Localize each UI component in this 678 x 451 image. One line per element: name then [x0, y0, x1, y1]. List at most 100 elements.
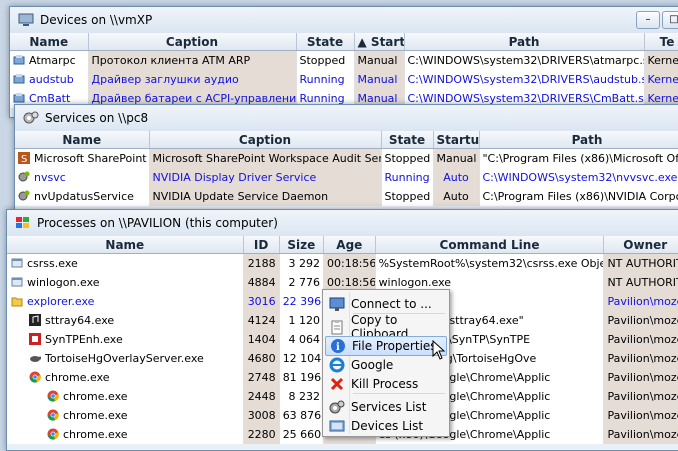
col-startup[interactable]: ▲ Startu: [354, 33, 405, 51]
table-row[interactable]: S Microsoft SharePoint W Microsoft SharePo…: [15, 148, 678, 168]
menu-item-kill-process[interactable]: Kill Process: [325, 374, 445, 394]
col-size[interactable]: Size: [279, 236, 325, 254]
devices-window-title: Devices on \\vmXP: [40, 13, 153, 27]
col-owner[interactable]: Owner: [603, 236, 678, 254]
col-name[interactable]: Name: [15, 131, 150, 149]
services-header: Name Caption State Startup Path: [15, 131, 678, 149]
process-id: 2188: [243, 253, 280, 273]
device-state: Running: [296, 70, 355, 89]
devices-icon: [329, 418, 345, 434]
process-id: 4680: [243, 349, 280, 368]
col-age[interactable]: Age: [323, 236, 376, 254]
col-startup[interactable]: Startup: [433, 131, 480, 149]
process-name-text: winlogon.exe: [27, 276, 100, 289]
services-titlebar[interactable]: Services on \\pc8: [15, 105, 678, 131]
devices-header: Name Caption State ▲ Startu Path Te: [10, 33, 678, 51]
audio-icon: [29, 314, 41, 326]
col-state[interactable]: State: [296, 33, 355, 51]
service-state: Running: [381, 168, 434, 187]
process-name-text: sttray64.exe: [45, 314, 115, 327]
processes-header: Name ID Size Age Command Line Owner: [7, 236, 678, 254]
service-startup: Auto: [433, 187, 480, 206]
table-row[interactable]: Atmarpc Протокол клиента ATM ARP Stopped Ma…: [10, 50, 678, 70]
col-caption[interactable]: Caption: [88, 33, 297, 51]
table-row[interactable]: nvUpdatusService NVIDIA Update Service Da…: [15, 187, 678, 206]
process-owner: Pavilion\mozers: [603, 330, 678, 349]
col-caption[interactable]: Caption: [149, 131, 382, 149]
menu-item-label: File Properties: [352, 339, 437, 353]
process-size: 12 104: [279, 349, 325, 368]
menu-item-services-list[interactable]: Services List: [325, 397, 445, 417]
table-row[interactable]: nvsvc NVIDIA Display Driver Service Runnin…: [15, 168, 678, 187]
process-command-line: %SystemRoot%\system32\csrss.exe ObjectDi…: [375, 253, 605, 273]
service-startup: Manual: [433, 148, 480, 168]
service-caption: NVIDIA Display Driver Service: [149, 168, 382, 187]
driver-icon: [13, 92, 25, 104]
info-icon: i: [330, 338, 346, 354]
menu-item-connect-to[interactable]: Connect to ...: [325, 294, 445, 314]
service-startup: Auto: [433, 168, 480, 187]
service-state: Stopped: [381, 148, 434, 168]
process-name: chrome.exe: [7, 368, 244, 387]
menu-item-label: Google: [351, 358, 394, 372]
process-name: SynTPEnh.exe: [7, 330, 244, 349]
processes-titlebar[interactable]: Processes on \\PAVILION (this computer): [7, 210, 678, 236]
minimize-button[interactable]: –: [636, 11, 660, 29]
service-state: Stopped: [381, 187, 434, 206]
col-name[interactable]: Name: [10, 33, 89, 51]
table-row[interactable]: audstub Драйвер заглушки аудио Running Manu…: [10, 70, 678, 89]
menu-item-google[interactable]: Google: [325, 355, 445, 375]
menu-item-devices-list[interactable]: Devices List: [325, 416, 445, 436]
process-owner: Pavilion\mozers: [603, 406, 678, 425]
menu-item-copy-to-clipboard[interactable]: Copy to Clipboard: [325, 313, 445, 341]
services-icon: [23, 111, 39, 125]
process-name-text: SynTPEnh.exe: [45, 333, 123, 346]
col-id[interactable]: ID: [243, 236, 280, 254]
service-name-text: Microsoft SharePoint W: [34, 152, 149, 165]
services-window: Services on \\pc8 Name Caption State Sta…: [14, 104, 678, 216]
process-name-text: chrome.exe: [45, 371, 110, 384]
devices-table: Name Caption State ▲ Startu Path Te Atma…: [10, 33, 678, 108]
sort-up-icon: ▲: [357, 34, 367, 49]
process-owner: Pavilion\mozers: [603, 387, 678, 406]
col-path[interactable]: Path: [404, 33, 645, 51]
maximize-button[interactable]: □: [662, 11, 678, 29]
process-size: 4 064: [279, 330, 325, 349]
devices-titlebar[interactable]: Devices on \\vmXP: [10, 7, 678, 33]
process-id: 4884: [243, 273, 280, 292]
process-name-text: chrome.exe: [63, 409, 128, 422]
device-type: Kernel: [644, 70, 678, 89]
process-id: 3008: [243, 406, 280, 425]
process-name: chrome.exe: [7, 406, 244, 425]
process-owner: NT AUTHORITY: [603, 273, 678, 292]
service-caption: NVIDIA Update Service Daemon: [149, 187, 382, 206]
touchpad-icon: [29, 333, 41, 345]
col-type[interactable]: Te: [644, 33, 678, 51]
sharepoint-icon: S: [18, 152, 30, 165]
menu-separator: [353, 313, 445, 314]
services-window-title: Services on \\pc8: [45, 111, 149, 125]
menu-item-label: Devices List: [351, 419, 424, 433]
col-name[interactable]: Name: [7, 236, 244, 254]
device-caption: Протокол клиента ATM ARP: [88, 50, 297, 70]
col-state[interactable]: State: [381, 131, 434, 149]
ie-icon: [329, 357, 345, 373]
service-path: C:\Program Files (x86)\NVIDIA Corporat: [479, 187, 678, 206]
device-startup: Manual: [354, 70, 405, 89]
process-owner: Pavilion\mozers: [603, 349, 678, 368]
windows-flag-icon: [15, 216, 31, 230]
chrome-icon: [29, 371, 41, 383]
menu-item-label: Connect to ...: [351, 297, 432, 311]
table-row[interactable]: csrss.exe 2188 3 292 00:18:56 %SystemRoot%\s…: [7, 253, 678, 273]
folder-icon: [11, 295, 23, 307]
gears-icon: [329, 399, 345, 415]
col-command-line[interactable]: Command Line: [375, 236, 605, 254]
driver-icon: [13, 73, 25, 85]
col-path[interactable]: Path: [479, 131, 678, 149]
service-name: nvsvc: [15, 168, 150, 187]
device-type: Kernel: [644, 50, 678, 70]
process-name: csrss.exe: [7, 253, 244, 273]
process-name-text: csrss.exe: [27, 257, 78, 270]
device-state: Stopped: [296, 50, 355, 70]
menu-item-file-properties[interactable]: i File Properties: [325, 336, 447, 356]
